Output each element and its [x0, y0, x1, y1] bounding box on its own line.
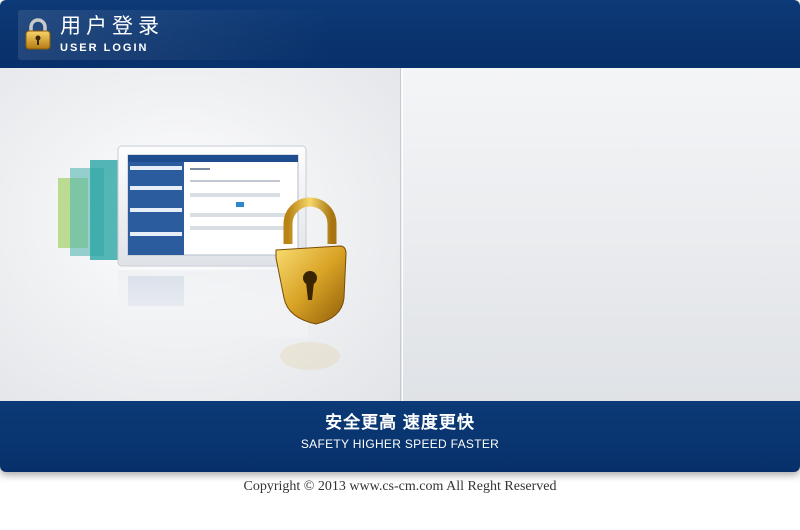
padlock-icon — [25, 18, 51, 50]
page-title: 用户登录 — [60, 15, 164, 38]
login-panel: 用户登录 USER LOGIN 安全更高 速度更快 SAFETY HIGHER … — [0, 0, 800, 472]
content-area — [0, 68, 800, 401]
security-illustration — [58, 145, 347, 370]
footer-bar: 安全更高 速度更快 SAFETY HIGHER SPEED FASTER — [0, 401, 800, 472]
page-subtitle: USER LOGIN — [60, 42, 149, 54]
illustration-panel — [0, 68, 401, 401]
header-bar: 用户登录 USER LOGIN — [0, 0, 800, 69]
login-form-area — [402, 68, 800, 401]
slogan-english: SAFETY HIGHER SPEED FASTER — [300, 437, 500, 451]
copyright-text: Copyright © 2013 www.cs-cm.com All Reght… — [243, 479, 557, 494]
slogan-chinese: 安全更高 速度更快 — [325, 413, 475, 432]
